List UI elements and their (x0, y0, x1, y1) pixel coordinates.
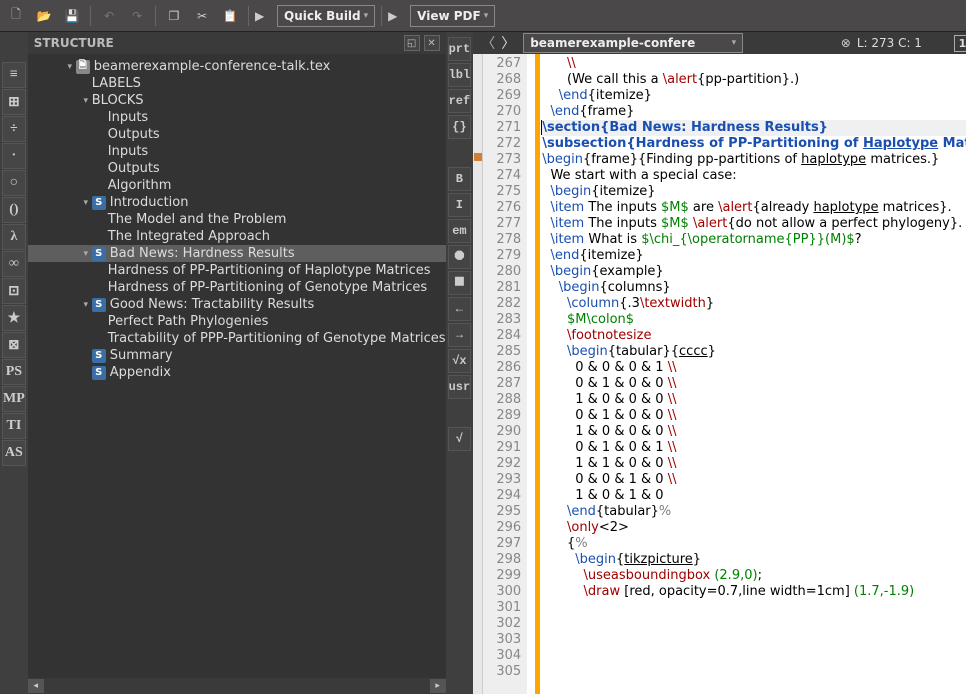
tree-item[interactable]: SSummary (28, 347, 446, 364)
cut-icon[interactable]: ✂ (190, 4, 214, 28)
structure-panel: STRUCTURE ◱ ✕ ▾🗎beamerexample-conference… (28, 32, 446, 694)
document-selector[interactable]: beamerexample-confere ▾ (523, 33, 743, 53)
tree-item[interactable]: Inputs (28, 109, 446, 126)
format-sidebar: prtlblref{} BIem⯃⯀←→√xusr √ (446, 32, 474, 694)
format-button[interactable]: I (448, 193, 472, 217)
tab-close-icon[interactable]: ⊗ (841, 36, 851, 50)
format-button[interactable]: ⯃ (448, 245, 472, 269)
save-file-icon[interactable]: 💾 (60, 4, 84, 28)
nav-back-icon[interactable]: 〈 (479, 33, 497, 53)
symbol-button[interactable]: ≡ (2, 62, 26, 88)
separator (248, 6, 249, 26)
main-toolbar: 🗋 📂 💾 ↶ ↷ ❐ ✂ 📋 ▶ Quick Build▾ ▶ View PD… (0, 0, 966, 32)
format-button[interactable]: ⯀ (448, 271, 472, 295)
tree-item[interactable]: Perfect Path Phylogenies (28, 313, 446, 330)
run-icon[interactable]: ▶ (255, 9, 273, 23)
tree-item[interactable]: ▾BLOCKS (28, 92, 446, 109)
copy-icon[interactable]: ❐ (162, 4, 186, 28)
editor-tabbar: 〈 〉 beamerexample-confere ▾ ⊗ L: 273 C: … (473, 32, 966, 54)
structure-close-icon[interactable]: ✕ (424, 35, 440, 51)
format-button[interactable]: √ (448, 427, 472, 451)
tree-item[interactable]: Hardness of PP-Partitioning of Haplotype… (28, 262, 446, 279)
document-name: beamerexample-confere (530, 36, 695, 50)
format-button[interactable]: ref (448, 89, 472, 113)
symbol-button[interactable]: · (2, 143, 26, 169)
separator (90, 6, 91, 26)
symbol-button[interactable]: ÷ (2, 116, 26, 142)
format-button[interactable]: {} (448, 115, 472, 139)
tree-item[interactable]: Outputs (28, 160, 446, 177)
tree-item[interactable]: ▾SBad News: Hardness Results (28, 245, 446, 262)
symbol-button[interactable]: () (2, 197, 26, 223)
structure-float-icon[interactable]: ◱ (404, 35, 420, 51)
symbol-button[interactable]: AS (2, 440, 26, 466)
tree-item[interactable]: Inputs (28, 143, 446, 160)
cursor-position: L: 273 C: 1 (857, 36, 922, 50)
symbol-button[interactable]: λ (2, 224, 26, 250)
editor-body[interactable]: 2672682692702712722732742752762772782792… (473, 54, 966, 694)
breakpoint-margin[interactable] (527, 54, 535, 694)
symbol-button[interactable]: ⊞ (2, 89, 26, 115)
editor: 〈 〉 beamerexample-confere ▾ ⊗ L: 273 C: … (473, 32, 966, 694)
chevron-down-icon: ▾ (732, 38, 737, 48)
structure-scroll[interactable]: ◂ ▸ (28, 678, 446, 694)
format-button[interactable]: prt (448, 37, 472, 61)
paste-icon[interactable]: 📋 (218, 4, 242, 28)
separator (381, 6, 382, 26)
redo-icon[interactable]: ↷ (125, 4, 149, 28)
tree-item[interactable]: Tractability of PPP-Partitioning of Geno… (28, 330, 446, 347)
tree-item[interactable]: LABELS (28, 75, 446, 92)
line-numbers: 2672682692702712722732742752762772782792… (483, 54, 527, 694)
format-button[interactable]: ← (448, 297, 472, 321)
nav-forward-icon[interactable]: 〉 (499, 33, 517, 53)
format-button[interactable]: √x (448, 349, 472, 373)
marker-margin[interactable] (473, 54, 483, 694)
symbol-button[interactable]: ⊠ (2, 332, 26, 358)
new-file-icon[interactable]: 🗋 (4, 4, 28, 28)
symbol-button[interactable]: ⊡ (2, 278, 26, 304)
scroll-left-icon[interactable]: ◂ (28, 679, 44, 693)
structure-title: STRUCTURE (34, 36, 114, 50)
format-button[interactable]: B (448, 167, 472, 191)
tree-item[interactable]: Outputs (28, 126, 446, 143)
symbol-button[interactable]: ∞ (2, 251, 26, 277)
pager-button[interactable]: 1 (954, 35, 966, 52)
symbol-button[interactable]: MP (2, 386, 26, 412)
format-button[interactable]: usr (448, 375, 472, 399)
tree-item[interactable]: The Model and the Problem (28, 211, 446, 228)
symbol-button[interactable]: ★ (2, 305, 26, 331)
format-button[interactable]: lbl (448, 63, 472, 87)
view-pdf-button[interactable]: View PDF▾ (410, 5, 495, 27)
tree-item[interactable]: SAppendix (28, 364, 446, 381)
tree-item[interactable]: ▾SGood News: Tractability Results (28, 296, 446, 313)
undo-icon[interactable]: ↶ (97, 4, 121, 28)
symbol-button[interactable]: TI (2, 413, 26, 439)
tree-item[interactable]: Hardness of PP-Partitioning of Genotype … (28, 279, 446, 296)
format-button[interactable]: → (448, 323, 472, 347)
structure-header: STRUCTURE ◱ ✕ (28, 32, 446, 54)
tree-item[interactable]: The Integrated Approach (28, 228, 446, 245)
symbol-button[interactable]: ○ (2, 170, 26, 196)
separator (155, 6, 156, 26)
symbol-sidebar: ≡⊞÷·○()λ∞⊡★⊠PSMPTIAS (0, 32, 28, 694)
open-file-icon[interactable]: 📂 (32, 4, 56, 28)
tree-item[interactable]: Algorithm (28, 177, 446, 194)
symbol-button[interactable]: PS (2, 359, 26, 385)
tree-item[interactable]: ▾🗎beamerexample-conference-talk.tex (28, 58, 446, 75)
format-button[interactable]: em (448, 219, 472, 243)
structure-tree[interactable]: ▾🗎beamerexample-conference-talk.texLABEL… (28, 54, 446, 678)
code-content[interactable]: \\ (We call this a \alert{pp-partition}.… (540, 54, 966, 694)
scroll-right-icon[interactable]: ▸ (430, 679, 446, 693)
view-icon[interactable]: ▶ (388, 9, 406, 23)
tree-item[interactable]: ▾SIntroduction (28, 194, 446, 211)
quick-build-button[interactable]: Quick Build▾ (277, 5, 375, 27)
